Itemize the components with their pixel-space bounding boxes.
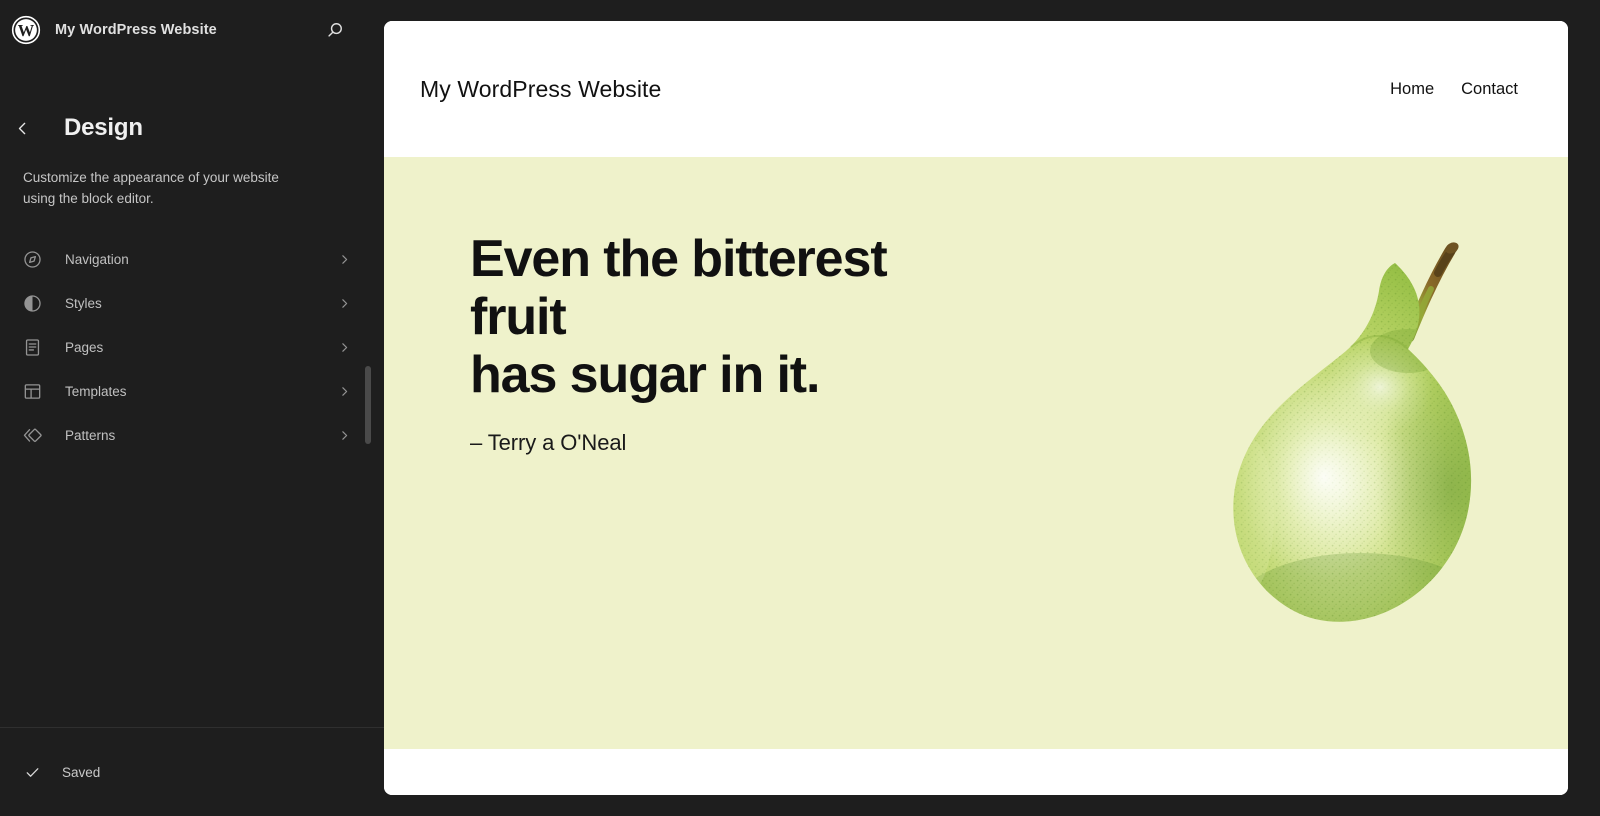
sidebar-item-label: Patterns (65, 427, 116, 443)
sidebar-description: Customize the appearance of your website… (23, 170, 279, 206)
nav-link-contact[interactable]: Contact (1461, 80, 1518, 99)
sidebar-item-navigation[interactable]: Navigation (0, 237, 364, 281)
site-editor-app: W My WordPress Website Design Customize … (0, 0, 1600, 816)
hero-section[interactable]: Even the bitterest fruit has sugar in it… (384, 157, 1568, 749)
sidebar-item-label: Navigation (65, 251, 129, 267)
editor-sidebar: W My WordPress Website Design Customize … (0, 0, 384, 816)
sidebar-nav-list: Navigation Styles Pages Templates Patter… (0, 237, 384, 457)
page-title: Design (64, 114, 143, 141)
search-icon[interactable] (320, 16, 348, 44)
save-status-button[interactable]: Saved (22, 762, 100, 782)
chevron-right-icon (336, 251, 352, 267)
hero-quote-line-1: Even the bitterest fruit (470, 230, 888, 346)
sidebar-item-label: Styles (65, 295, 102, 311)
site-title: My WordPress Website (420, 75, 662, 102)
patterns-diamonds-icon (20, 423, 44, 447)
site-preview-frame[interactable]: My WordPress Website Home Contact Even t… (384, 21, 1568, 795)
chevron-right-icon (336, 427, 352, 443)
sidebar-scrollbar-thumb[interactable] (365, 366, 371, 444)
sidebar-footer: Saved (0, 727, 384, 816)
site-navigation: Home Contact (1390, 80, 1520, 99)
sidebar-item-label: Pages (65, 339, 104, 355)
styles-contrast-icon (20, 291, 44, 315)
sidebar-topbar: W My WordPress Website (0, 0, 384, 60)
sidebar-item-label: Templates (65, 383, 127, 399)
site-header: My WordPress Website Home Contact (384, 21, 1568, 157)
nav-link-home[interactable]: Home (1390, 80, 1434, 99)
sidebar-item-styles[interactable]: Styles (0, 281, 364, 325)
sidebar-item-patterns[interactable]: Patterns (0, 413, 364, 457)
navigation-compass-icon (20, 247, 44, 271)
sidebar-header: Design Customize the appearance of your … (0, 110, 384, 209)
hero-text-block: Even the bitterest fruit has sugar in it… (470, 230, 950, 456)
chevron-right-icon (336, 295, 352, 311)
sidebar-item-templates[interactable]: Templates (0, 369, 364, 413)
preview-footer-area (384, 749, 1568, 795)
hero-quote: Even the bitterest fruit has sugar in it… (470, 230, 950, 404)
hero-attribution: – Terry a O'Neal (470, 430, 627, 455)
check-icon (22, 762, 42, 782)
chevron-right-icon (336, 383, 352, 399)
sidebar-site-name: My WordPress Website (55, 22, 217, 38)
sidebar-title-row: Design (0, 110, 360, 146)
chevron-right-icon (336, 339, 352, 355)
hero-quote-line-2: has sugar in it. (470, 346, 820, 404)
preview-canvas: My WordPress Website Home Contact Even t… (384, 0, 1600, 816)
svg-text:W: W (18, 21, 35, 40)
status-badge: Saved (62, 764, 101, 780)
chevron-left-icon[interactable] (8, 114, 36, 142)
pear-illustration-icon (1212, 215, 1532, 655)
wordpress-logo-icon[interactable]: W (10, 14, 42, 46)
pages-document-icon (20, 335, 44, 359)
sidebar-item-pages[interactable]: Pages (0, 325, 364, 369)
templates-layout-icon (20, 379, 44, 403)
